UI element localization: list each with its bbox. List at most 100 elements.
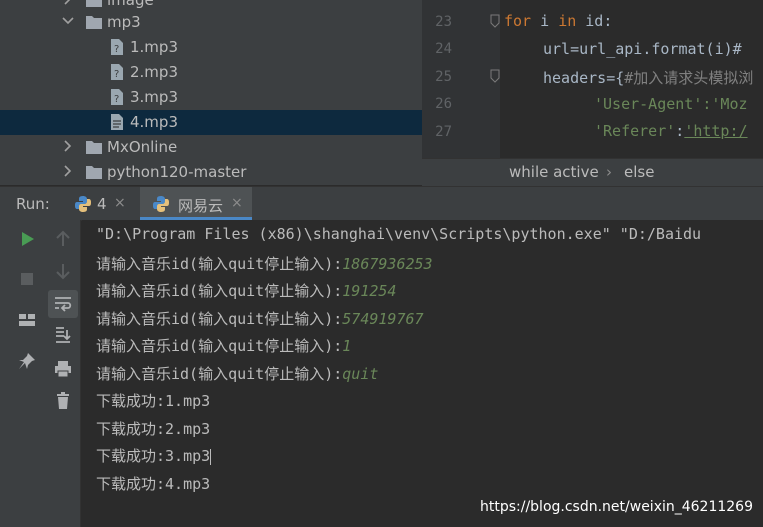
code-token: headers={ xyxy=(543,69,625,87)
soft-wrap-toggle-active[interactable] xyxy=(48,290,78,318)
code-token: : xyxy=(675,122,685,140)
tree-item-mxonline[interactable]: MxOnline xyxy=(0,135,422,160)
console-prompt-line: 请输入音乐id(输入quit停止输入):191254 xyxy=(96,280,396,301)
console-prompt: 请输入音乐id(输入quit停止输入): xyxy=(96,282,343,300)
breadcrumb-separator: › xyxy=(606,163,612,181)
console-result-line: 下载成功:1.mp3 xyxy=(96,392,211,410)
python-icon xyxy=(75,196,91,212)
run-toolbar: Run: 4 × 网易云 × xyxy=(0,186,763,221)
text-file-icon xyxy=(111,114,123,130)
rerun-icon[interactable] xyxy=(16,228,38,250)
tree-item-file[interactable]: ? 2.mp3 xyxy=(0,60,422,85)
unknown-file-icon: ? xyxy=(111,39,123,55)
breadcrumb: while active › else xyxy=(422,158,763,186)
tree-item-label: image xyxy=(107,0,154,9)
code-token: i xyxy=(531,12,559,30)
code-line-24: url=url_api.format(i)# xyxy=(543,40,742,58)
console-prompt: 请输入音乐id(输入quit停止输入): xyxy=(96,310,343,328)
console-output[interactable]: "D:\Program Files (x86)\shanghai\venv\Sc… xyxy=(82,220,763,527)
line-number: 23 xyxy=(435,14,452,30)
chevron-right-icon[interactable] xyxy=(60,0,76,7)
code-token: url=url_api.format(i)# xyxy=(543,40,742,58)
console-result-text: 下载成功:3.mp3 xyxy=(96,447,211,465)
chevron-down-icon[interactable] xyxy=(60,13,76,29)
console-prompt-line: 请输入音乐id(输入quit停止输入):1867936253 xyxy=(96,253,433,274)
close-icon[interactable]: × xyxy=(231,195,243,211)
editor-gutter: 23 24 25 26 27 xyxy=(422,0,500,158)
tree-item-label: 3.mp3 xyxy=(130,88,178,106)
console-toolbar xyxy=(46,220,81,527)
tree-item-file[interactable]: ? 3.mp3 xyxy=(0,85,422,110)
console-prompt-line: 请输入音乐id(输入quit停止输入):quit xyxy=(96,363,378,384)
soft-wrap-icon xyxy=(55,297,72,312)
code-string: 'User-Agent':'Moz xyxy=(594,95,748,113)
code-editor[interactable]: 23 24 25 26 27 for i in id: url=url_api.… xyxy=(422,0,763,158)
code-token: in xyxy=(558,12,577,30)
arrow-down-icon[interactable] xyxy=(52,260,74,282)
code-line-26: 'User-Agent':'Moz xyxy=(594,95,748,113)
line-number: 27 xyxy=(435,124,452,140)
pin-icon[interactable] xyxy=(16,350,38,372)
tree-item-mp3[interactable]: mp3 xyxy=(0,10,422,35)
run-tab-label: 4 xyxy=(97,195,107,213)
console-input: 574919767 xyxy=(342,310,424,328)
fold-icon[interactable] xyxy=(490,69,500,83)
python-icon xyxy=(153,196,169,212)
tree-item-file-selected[interactable]: 4.mp3 xyxy=(0,110,422,135)
console-prompt-line: 请输入音乐id(输入quit停止输入):1 xyxy=(96,335,351,356)
fold-icon[interactable] xyxy=(490,14,500,28)
code-line-27: 'Referer':'http:/ xyxy=(594,122,748,140)
breadcrumb-item[interactable]: else xyxy=(624,163,654,181)
code-token: for xyxy=(504,12,532,30)
breadcrumb-item[interactable]: while active xyxy=(509,163,599,181)
console-input: quit xyxy=(342,365,379,383)
console-input: 1 xyxy=(342,337,352,355)
line-number: 26 xyxy=(435,96,452,112)
run-actions-toolbar xyxy=(8,220,46,527)
svg-text:?: ? xyxy=(114,69,119,80)
trash-icon[interactable] xyxy=(52,390,74,412)
console-result-line: 下载成功:3.mp3 xyxy=(96,445,212,466)
console-input: 1867936253 xyxy=(342,255,433,273)
console-result-line: 下载成功:4.mp3 xyxy=(96,475,211,493)
run-label: Run: xyxy=(16,195,50,213)
console-prompt-line: 请输入音乐id(输入quit停止输入):574919767 xyxy=(96,308,424,329)
chevron-right-icon[interactable] xyxy=(60,163,76,179)
close-icon[interactable]: × xyxy=(114,195,126,211)
watermark: https://blog.csdn.net/weixin_46211269 xyxy=(479,499,753,515)
restore-layout-icon[interactable] xyxy=(16,309,38,331)
run-tab[interactable]: 4 × xyxy=(66,187,132,220)
folder-icon xyxy=(86,0,102,7)
console-command-line: "D:\Program Files (x86)\shanghai\venv\Sc… xyxy=(96,225,702,243)
tree-item-label: 1.mp3 xyxy=(130,38,178,56)
console-prompt: 请输入音乐id(输入quit停止输入): xyxy=(96,255,343,273)
unknown-file-icon: ? xyxy=(111,64,123,80)
folder-icon xyxy=(86,16,102,29)
tree-item-file[interactable]: ? 1.mp3 xyxy=(0,35,422,60)
scroll-to-end-icon[interactable] xyxy=(52,324,74,346)
code-line-25: headers={#加入请求头模拟浏 xyxy=(543,67,753,88)
chevron-right-icon[interactable] xyxy=(60,138,76,154)
folder-icon xyxy=(86,166,102,179)
tree-item-python120[interactable]: python120-master xyxy=(0,160,422,185)
svg-text:?: ? xyxy=(114,94,119,105)
tree-item-label: mp3 xyxy=(107,13,141,31)
print-icon[interactable] xyxy=(52,358,74,380)
line-number: 25 xyxy=(435,69,452,85)
console-input: 191254 xyxy=(342,282,397,300)
svg-text:?: ? xyxy=(114,44,119,55)
run-tab-active[interactable]: 网易云 × xyxy=(140,187,252,220)
code-url: 'http:/ xyxy=(684,122,748,140)
arrow-up-icon[interactable] xyxy=(52,228,74,250)
stop-icon[interactable] xyxy=(16,268,38,290)
project-tree: image mp3 ? 1.mp3 ? 2.mp3 ? 3.mp3 4.mp3 … xyxy=(0,0,422,185)
console-prompt: 请输入音乐id(输入quit停止输入): xyxy=(96,337,343,355)
folder-icon xyxy=(86,141,102,154)
unknown-file-icon: ? xyxy=(111,89,123,105)
code-string: 'Referer' xyxy=(594,122,676,140)
tree-item-label: 2.mp3 xyxy=(130,63,178,81)
run-tab-label: 网易云 xyxy=(178,197,224,215)
tree-item-label: MxOnline xyxy=(107,138,178,156)
tree-item-label: 4.mp3 xyxy=(130,113,178,131)
text-caret xyxy=(210,448,212,465)
